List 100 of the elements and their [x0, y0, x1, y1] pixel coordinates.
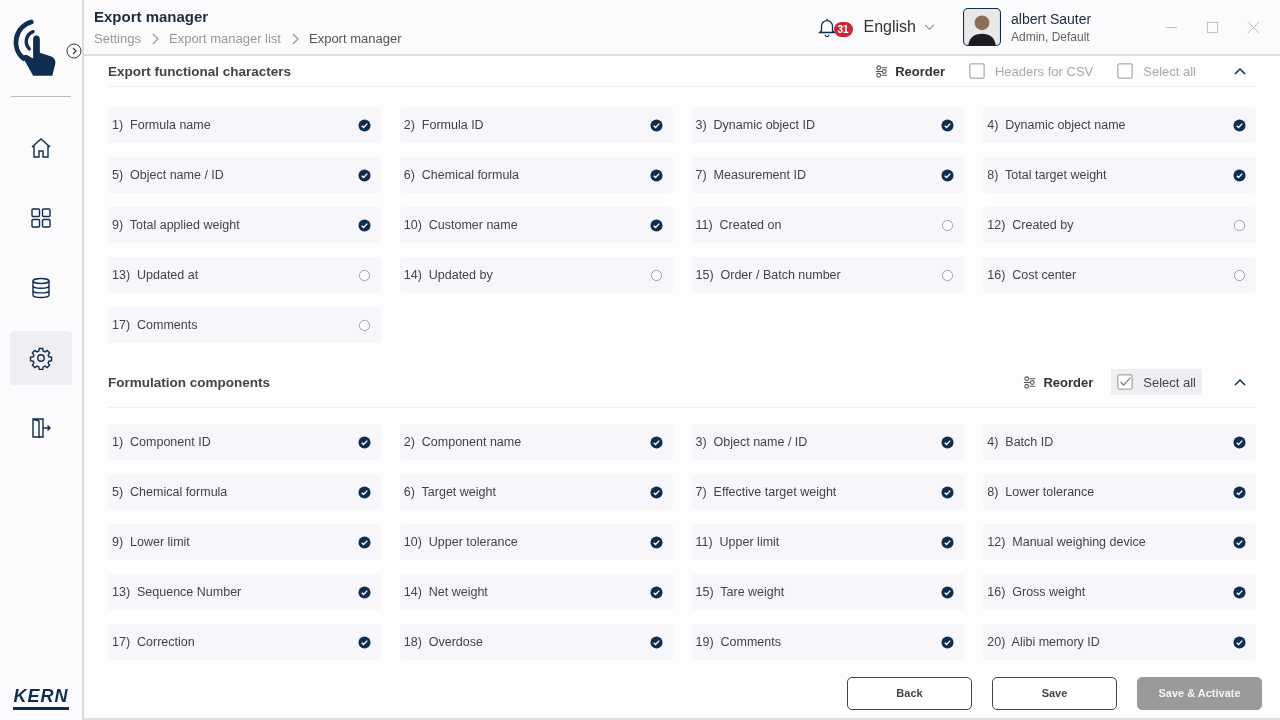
language-dropdown[interactable]: English: [857, 17, 941, 37]
check-circle-icon[interactable]: [357, 585, 371, 599]
check-circle-icon[interactable]: [649, 585, 663, 599]
check-circle-icon[interactable]: [357, 635, 371, 649]
reorder-button[interactable]: Reorder: [1016, 373, 1100, 391]
check-circle-icon[interactable]: [941, 585, 955, 599]
field-option[interactable]: 4) Dynamic object name: [983, 107, 1256, 143]
radio-icon[interactable]: [357, 318, 371, 332]
field-option[interactable]: 18) Overdose: [399, 624, 673, 660]
home-icon: [29, 136, 53, 160]
check-circle-icon[interactable]: [941, 535, 955, 549]
field-label: 5) Object name / ID: [112, 168, 224, 182]
check-circle-icon[interactable]: [941, 118, 955, 132]
field-option[interactable]: 20) Alibi memory ID: [983, 624, 1256, 660]
check-circle-icon[interactable]: [649, 535, 663, 549]
field-option[interactable]: 6) Chemical formula: [399, 157, 673, 193]
check-circle-icon[interactable]: [1233, 635, 1246, 649]
checkbox[interactable]: [1117, 374, 1134, 390]
field-option[interactable]: 16) Gross weight: [983, 574, 1256, 610]
field-option[interactable]: 10) Upper tolerance: [399, 524, 673, 560]
check-circle-icon[interactable]: [1233, 118, 1246, 132]
check-circle-icon[interactable]: [649, 635, 663, 649]
radio-icon[interactable]: [941, 218, 955, 232]
field-option[interactable]: 2) Formula ID: [399, 107, 673, 143]
field-option[interactable]: 11) Created on: [691, 207, 965, 243]
field-label: 9) Lower limit: [112, 535, 190, 549]
database-icon: [29, 276, 53, 300]
field-option[interactable]: 5) Chemical formula: [108, 474, 381, 510]
check-circle-icon[interactable]: [357, 118, 371, 132]
field-option[interactable]: 1) Formula name: [108, 107, 381, 143]
check-circle-icon[interactable]: [357, 535, 371, 549]
field-option[interactable]: 8) Total target weight: [983, 157, 1256, 193]
checkbox-option[interactable]: Select all: [1111, 369, 1202, 395]
field-option[interactable]: 14) Net weight: [399, 574, 673, 610]
check-circle-icon[interactable]: [357, 168, 371, 182]
reorder-icon: [1022, 374, 1038, 390]
field-label: 18) Overdose: [403, 635, 483, 649]
check-circle-icon[interactable]: [649, 168, 663, 182]
radio-icon[interactable]: [941, 268, 955, 282]
check-circle-icon[interactable]: [649, 218, 663, 232]
settings-nav-item[interactable]: [10, 331, 72, 385]
field-option[interactable]: 17) Comments: [108, 307, 381, 343]
brand-logo: KERN: [13, 686, 69, 710]
field-option[interactable]: 4) Batch ID: [983, 424, 1256, 460]
field-option[interactable]: 13) Sequence Number: [108, 574, 381, 610]
field-option[interactable]: 12) Created by: [983, 207, 1256, 243]
field-option[interactable]: 5) Object name / ID: [108, 157, 381, 193]
check-circle-icon[interactable]: [1233, 485, 1246, 499]
field-option[interactable]: 9) Total applied weight: [108, 207, 381, 243]
check-circle-icon[interactable]: [1233, 435, 1246, 449]
field-option[interactable]: 7) Measurement ID: [691, 157, 965, 193]
field-label: 6) Chemical formula: [403, 168, 520, 182]
footer-button[interactable]: Save: [992, 676, 1117, 710]
radio-icon[interactable]: [1233, 218, 1246, 232]
checkbox[interactable]: [969, 63, 985, 79]
footer-button[interactable]: Back: [847, 676, 972, 710]
radio-icon[interactable]: [357, 268, 371, 282]
check-circle-icon[interactable]: [649, 118, 663, 132]
reorder-button[interactable]: Reorder: [868, 62, 951, 80]
field-option[interactable]: 6) Target weight: [399, 474, 673, 510]
check-circle-icon[interactable]: [1233, 535, 1246, 549]
field-option[interactable]: 8) Lower tolerance: [983, 474, 1256, 510]
check-circle-icon[interactable]: [1233, 168, 1246, 182]
field-option[interactable]: 17) Correction: [108, 624, 381, 660]
check-circle-icon[interactable]: [941, 485, 955, 499]
check-circle-icon[interactable]: [649, 435, 663, 449]
collapse-icon[interactable]: [1234, 378, 1246, 386]
field-option[interactable]: 14) Updated by: [399, 257, 673, 293]
radio-icon[interactable]: [649, 268, 663, 282]
field-option[interactable]: 1) Component ID: [108, 424, 381, 460]
field-label: 4) Batch ID: [987, 435, 1054, 449]
field-option[interactable]: 16) Cost center: [983, 257, 1256, 293]
check-circle-icon[interactable]: [357, 435, 371, 449]
check-circle-icon[interactable]: [941, 435, 955, 449]
field-option[interactable]: 15) Tare weight: [691, 574, 965, 610]
field-option[interactable]: 13) Updated at: [108, 257, 381, 293]
field-option[interactable]: 9) Lower limit: [108, 524, 381, 560]
field-option[interactable]: 10) Customer name: [399, 207, 673, 243]
field-option[interactable]: 2) Component name: [399, 424, 673, 460]
field-option[interactable]: 3) Dynamic object ID: [691, 107, 965, 143]
field-option[interactable]: 19) Comments: [691, 624, 965, 660]
field-label: 2) Component name: [403, 435, 522, 449]
radio-icon[interactable]: [1233, 268, 1246, 282]
check-circle-icon[interactable]: [357, 218, 371, 232]
collapse-icon[interactable]: [1234, 67, 1246, 75]
avatar[interactable]: [963, 8, 1001, 46]
field-label: 5) Chemical formula: [112, 485, 228, 499]
field-option[interactable]: 11) Upper limit: [691, 524, 965, 560]
field-label: 13) Sequence Number: [112, 585, 242, 599]
field-option[interactable]: 3) Object name / ID: [691, 424, 965, 460]
check-circle-icon[interactable]: [941, 635, 955, 649]
check-circle-icon[interactable]: [649, 485, 663, 499]
check-circle-icon[interactable]: [941, 168, 955, 182]
expand-icon[interactable]: [66, 43, 82, 59]
check-circle-icon[interactable]: [357, 485, 371, 499]
checkbox[interactable]: [1117, 63, 1134, 79]
check-circle-icon[interactable]: [1233, 585, 1246, 599]
field-option[interactable]: 12) Manual weighing device: [983, 524, 1256, 560]
field-option[interactable]: 15) Order / Batch number: [691, 257, 965, 293]
field-option[interactable]: 7) Effective target weight: [691, 474, 965, 510]
